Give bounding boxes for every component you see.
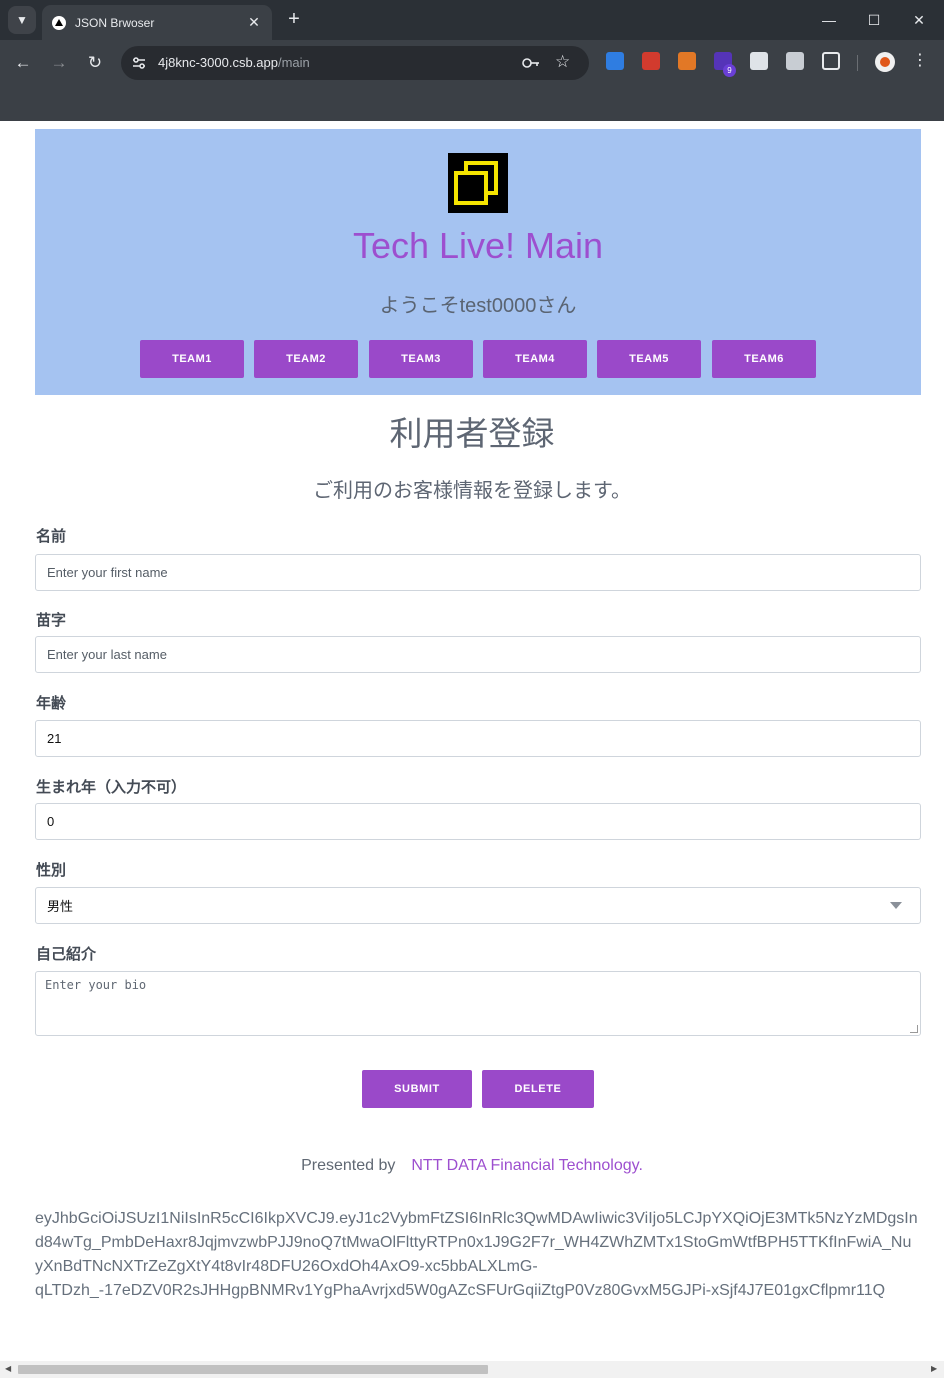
tab-title: JSON Brwoser bbox=[75, 15, 155, 30]
footer: Presented by NTT DATA Financial Technolog… bbox=[0, 1157, 944, 1175]
gender-select[interactable]: 男性 bbox=[35, 887, 921, 924]
first-name-input[interactable]: Enter your first name bbox=[35, 554, 921, 591]
team3-button[interactable]: TEAM3 bbox=[369, 340, 473, 378]
last-name-label: 苗字 bbox=[36, 612, 67, 629]
welcome-message: ようこそtest0000さん bbox=[379, 295, 577, 317]
team1-button[interactable]: TEAM1 bbox=[140, 340, 244, 378]
forward-arrow-icon[interactable]: → bbox=[46, 50, 72, 76]
birth-year-input[interactable]: 0 bbox=[35, 803, 921, 840]
bio-placeholder: Enter your bio bbox=[45, 978, 147, 992]
submit-button[interactable]: SUBMIT bbox=[362, 1070, 472, 1108]
extension-badge: 9 bbox=[723, 64, 736, 77]
download-extension-icon[interactable] bbox=[606, 52, 624, 70]
site-favicon-icon bbox=[52, 15, 66, 30]
age-label: 年齢 bbox=[36, 695, 67, 712]
company-link[interactable]: NTT DATA Financial Technology. bbox=[411, 1157, 643, 1174]
team6-button[interactable]: TEAM6 bbox=[712, 340, 816, 378]
app-title: Tech Live! Main bbox=[352, 225, 604, 266]
reload-icon[interactable]: ↻ bbox=[82, 50, 108, 76]
bio-textarea[interactable]: Enter your bio bbox=[35, 971, 921, 1036]
gender-label: 性別 bbox=[36, 862, 67, 879]
form-title: 利用者登録 bbox=[389, 415, 555, 452]
form-description: ご利用のお客様情報を登録します。 bbox=[313, 480, 631, 502]
age-input[interactable]: 21 bbox=[35, 720, 921, 757]
browser-tab-bar: ▼ JSON Brwoser ✕ + — ☐ ✕ bbox=[0, 0, 944, 40]
fox-extension-icon[interactable] bbox=[678, 52, 696, 70]
toolbar-divider bbox=[857, 55, 858, 71]
bio-label: 自己紹介 bbox=[36, 946, 97, 963]
profile-avatar[interactable] bbox=[875, 52, 895, 72]
dropdown-arrow-icon bbox=[890, 902, 902, 909]
resize-handle-icon[interactable] bbox=[910, 1025, 918, 1033]
extensions-puzzle-icon[interactable] bbox=[822, 52, 840, 70]
site-settings-icon[interactable] bbox=[131, 55, 147, 71]
maximize-icon[interactable]: ☐ bbox=[862, 8, 886, 32]
window-close-icon[interactable]: ✕ bbox=[907, 8, 931, 32]
password-key-icon[interactable] bbox=[521, 54, 541, 72]
tab-search-button[interactable]: ▼ bbox=[8, 6, 36, 34]
token-line: qLTDzh_-17eDZV0R2sJHHgpBNMRv1YgPhaAvrjxd… bbox=[35, 1282, 886, 1299]
horizontal-scrollbar[interactable]: ◀ ▶ bbox=[0, 1361, 944, 1378]
m-extension-icon[interactable] bbox=[750, 52, 768, 70]
scroll-left-arrow-icon[interactable]: ◀ bbox=[5, 1364, 11, 1373]
token-line: yXnBdTNcNXTrZeZgXtY4t8vIr48DFU26OxdOh4Ax… bbox=[35, 1258, 538, 1275]
jwt-token-text: eyJhbGciOiJSUzI1NiIsInR5cCI6IkpXVCJ9.eyJ… bbox=[35, 1207, 944, 1303]
last-name-input[interactable]: Enter your last name bbox=[35, 636, 921, 673]
back-arrow-icon[interactable]: ← bbox=[10, 50, 36, 76]
url-text: 4j8knc-3000.csb.app/main bbox=[158, 55, 310, 70]
header-banner: Tech Live! Main ようこそtest0000さん TEAM1 TEA… bbox=[35, 129, 921, 395]
browser-toolbar: ← → ↻ 4j8knc-3000.csb.app/main ☆ ⋮ bbox=[0, 40, 944, 86]
address-bar[interactable]: 4j8knc-3000.csb.app/main ☆ bbox=[121, 46, 589, 80]
birth-year-label: 生まれ年（入力不可） bbox=[36, 779, 187, 796]
scrollbar-thumb[interactable] bbox=[18, 1365, 488, 1374]
token-line: d84wTg_PmbDeHaxr8JqjmvzwbPJJ9noQ7tMwaOlF… bbox=[35, 1234, 912, 1251]
token-line: eyJhbGciOiJSUzI1NiIsInR5cCI6IkpXVCJ9.eyJ… bbox=[35, 1210, 918, 1227]
delete-button[interactable]: DELETE bbox=[482, 1070, 594, 1108]
browser-menu-icon[interactable]: ⋮ bbox=[912, 50, 928, 70]
browser-tab[interactable]: JSON Brwoser ✕ bbox=[42, 5, 272, 40]
minimize-icon[interactable]: — bbox=[817, 8, 841, 32]
app-logo-icon bbox=[448, 153, 508, 213]
tab-close-icon[interactable]: ✕ bbox=[242, 14, 266, 31]
gender-selected-value: 男性 bbox=[47, 899, 74, 914]
ladybug-extension-icon[interactable] bbox=[642, 52, 660, 70]
page-viewport: Tech Live! Main ようこそtest0000さん TEAM1 TEA… bbox=[0, 121, 944, 1361]
bookmark-star-icon[interactable]: ☆ bbox=[555, 52, 570, 72]
presented-by-text: Presented by bbox=[301, 1157, 396, 1174]
team4-button[interactable]: TEAM4 bbox=[483, 340, 587, 378]
printer-extension-icon[interactable] bbox=[786, 52, 804, 70]
scroll-right-arrow-icon[interactable]: ▶ bbox=[931, 1364, 937, 1373]
new-tab-button[interactable]: + bbox=[282, 8, 306, 32]
team5-button[interactable]: TEAM5 bbox=[597, 340, 701, 378]
first-name-label: 名前 bbox=[36, 528, 67, 545]
team2-button[interactable]: TEAM2 bbox=[254, 340, 358, 378]
toolbar-strip bbox=[0, 86, 944, 121]
